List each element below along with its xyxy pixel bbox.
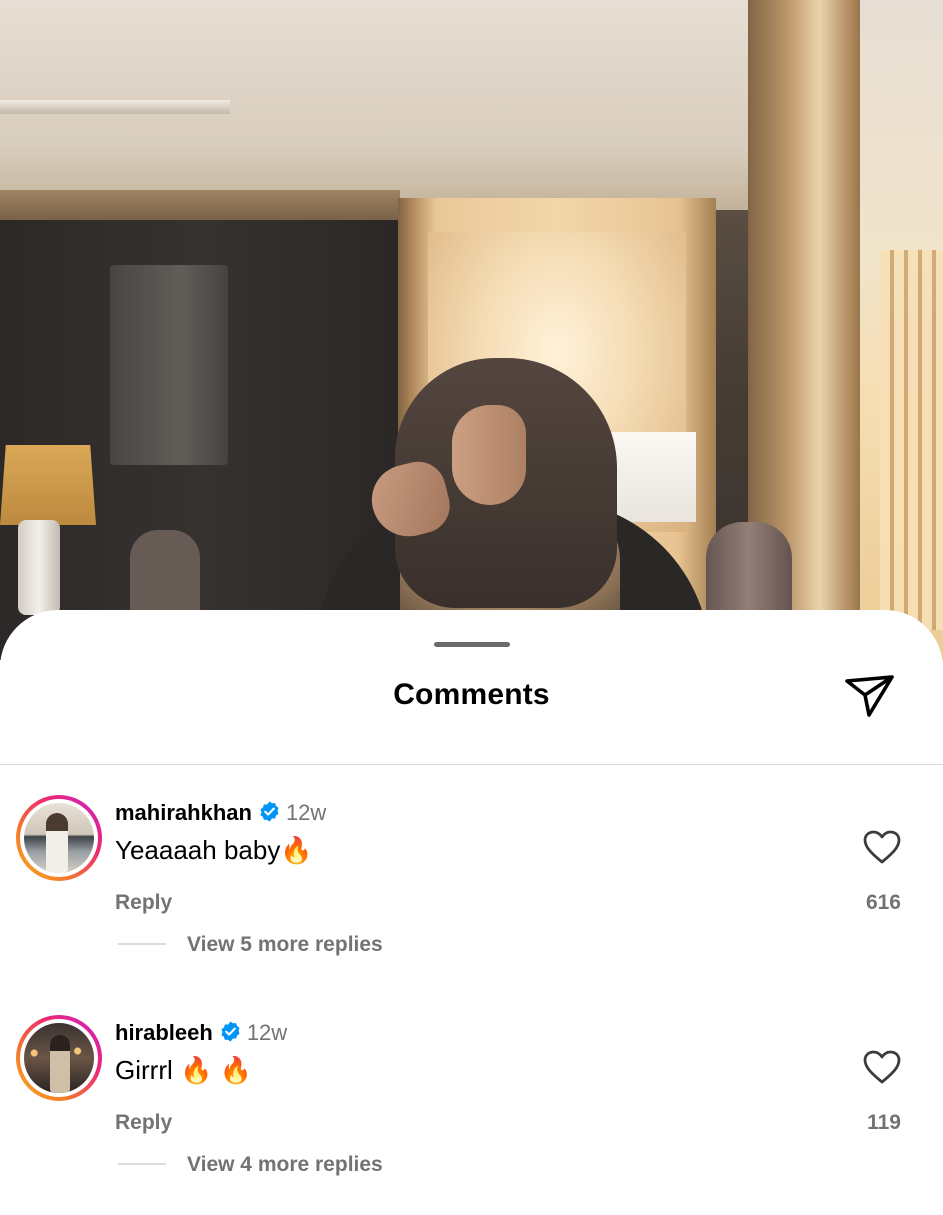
- verified-badge-icon: [221, 1021, 240, 1042]
- avatar[interactable]: [16, 795, 102, 881]
- comment-text: Yeaaaah baby🔥: [115, 835, 313, 865]
- share-button[interactable]: [842, 671, 898, 721]
- comment-header: hirableeh 12w: [115, 1020, 287, 1046]
- like-button[interactable]: [862, 1049, 902, 1085]
- reply-button[interactable]: Reply: [115, 891, 172, 915]
- view-more-replies-button[interactable]: View 5 more replies: [187, 933, 383, 957]
- replies-line: [118, 1163, 166, 1165]
- paper-plane-icon: [845, 675, 894, 717]
- verified-badge-icon: [260, 801, 279, 822]
- comment-text: Girrrl 🔥 🔥: [115, 1055, 252, 1085]
- avatar[interactable]: [16, 1015, 102, 1101]
- comment-username[interactable]: hirableeh: [115, 1020, 213, 1045]
- avatar-image: [24, 803, 94, 873]
- like-count: 119: [867, 1111, 901, 1134]
- replies-line: [118, 943, 166, 945]
- header-divider: [0, 764, 943, 765]
- heart-icon: [863, 830, 901, 864]
- photo-overlay: [0, 0, 943, 660]
- comments-sheet: Comments mahirahkhan 12w Yeaaaah baby🔥 R…: [0, 610, 943, 1200]
- comment-header: mahirahkhan 12w: [115, 800, 326, 826]
- comment-time: 12w: [285, 800, 327, 825]
- like-count: 616: [865, 891, 901, 914]
- reply-button[interactable]: Reply: [115, 1111, 172, 1135]
- comment-username[interactable]: mahirahkhan: [115, 800, 252, 825]
- heart-icon: [863, 1050, 901, 1084]
- comment-item: hirableeh 12w Girrrl 🔥 🔥 Reply 119 View …: [0, 1015, 943, 1215]
- like-button[interactable]: [862, 829, 902, 865]
- post-photo: [0, 0, 943, 660]
- view-more-replies-button[interactable]: View 4 more replies: [187, 1153, 383, 1177]
- sheet-title: Comments: [393, 678, 550, 711]
- comment-time: 12w: [246, 1020, 288, 1045]
- sheet-grabber[interactable]: [434, 642, 510, 647]
- avatar-image: [24, 1023, 94, 1093]
- comment-item: mahirahkhan 12w Yeaaaah baby🔥 Reply 616 …: [0, 795, 943, 995]
